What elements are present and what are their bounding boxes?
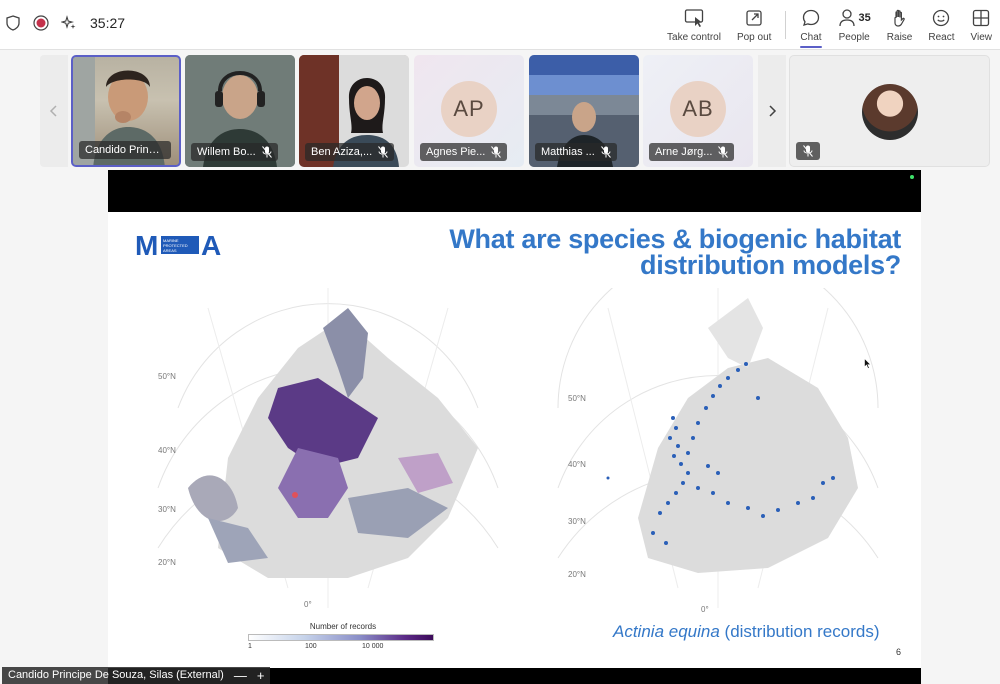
lat-label: 20°N: [158, 558, 176, 567]
chat-icon: [802, 9, 820, 26]
caption-text: (distribution records): [719, 622, 880, 641]
participant-name-tag: Candido Princi...: [79, 141, 171, 159]
legend-ticks: 1 100 10 000: [248, 641, 438, 651]
presenter-name-tag: Candido Principe De Souza, Silas (Extern…: [2, 667, 271, 684]
recording-icon: [32, 14, 50, 32]
react-label: React: [928, 31, 955, 43]
participant-tile[interactable]: AB Arne Jørg...: [643, 55, 753, 167]
avatar: AB: [670, 81, 726, 137]
slide-page-number: 6: [896, 647, 902, 657]
share-top-bar: [108, 170, 921, 212]
raise-label: Raise: [886, 31, 913, 43]
pop-out-label: Pop out: [736, 31, 772, 43]
lat-label: 50°N: [158, 372, 176, 381]
participant-tile[interactable]: Willem Bo...: [185, 55, 295, 167]
shield-icon: [4, 14, 22, 32]
people-count: 35: [858, 11, 871, 24]
people-icon: [838, 8, 855, 26]
mic-off-icon: [803, 145, 813, 157]
strip-next-button[interactable]: [758, 55, 786, 167]
minimize-share-button[interactable]: —: [234, 667, 247, 684]
raise-hand-button[interactable]: Raise: [879, 0, 921, 50]
lat-label: 30°N: [158, 505, 176, 514]
toolbar-divider: [785, 11, 787, 39]
expand-share-button[interactable]: +: [257, 667, 265, 684]
avatar: [862, 84, 918, 140]
mpa-logo: M MARINE PROTECTED AREAS A: [135, 230, 221, 258]
records-map: [157, 288, 499, 608]
distribution-map: [557, 288, 879, 608]
slide-title: What are species & biogenic habitat dist…: [401, 224, 901, 280]
participant-tile[interactable]: Matthias ...: [529, 55, 639, 167]
take-control-label: Take control: [667, 31, 721, 43]
legend-tick: 100: [305, 643, 317, 650]
toolbar-status: 35:27: [4, 14, 125, 32]
mic-off-icon: [261, 146, 272, 158]
mute-indicator: [796, 142, 820, 160]
call-timer: 35:27: [90, 15, 126, 31]
react-button[interactable]: React: [920, 0, 962, 50]
view-button[interactable]: View: [963, 0, 1000, 50]
slide-title-line1: What are species & biogenic habitat: [449, 224, 901, 254]
view-label: View: [970, 31, 993, 43]
records-legend: Number of records 1 100 10 000: [248, 622, 438, 651]
lon-label: 0°: [304, 600, 312, 609]
species-name: Actinia equina: [613, 622, 720, 641]
self-view-tile[interactable]: [789, 55, 990, 167]
meeting-toolbar: 35:27 Take control Pop out Chat 35 Peopl…: [0, 0, 1000, 50]
presenter-name: Candido Principe De Souza, Silas (Extern…: [8, 669, 224, 681]
pop-out-button[interactable]: Pop out: [729, 0, 779, 50]
take-control-icon: [684, 8, 704, 27]
lat-label: 40°N: [568, 460, 586, 469]
lon-label: 0°: [701, 605, 709, 614]
chevron-right-icon: [769, 105, 777, 117]
lat-label: 50°N: [568, 394, 586, 403]
mic-off-icon: [378, 146, 389, 158]
people-label: People: [838, 31, 870, 43]
mouse-cursor-icon: [864, 358, 872, 369]
participant-tile[interactable]: Candido Princi...: [71, 55, 181, 167]
avatar: AP: [441, 81, 497, 137]
sparkle-icon[interactable]: [60, 14, 78, 32]
chat-label: Chat: [800, 31, 822, 43]
smiley-icon: [933, 9, 950, 26]
lat-label: 40°N: [158, 446, 176, 455]
chevron-left-icon: [49, 105, 57, 117]
shared-screen: M MARINE PROTECTED AREAS A What are spec…: [108, 170, 921, 684]
mic-off-icon: [718, 146, 729, 158]
legend-title: Number of records: [309, 622, 377, 631]
participant-name-tag: Matthias ...: [535, 143, 617, 161]
chat-button[interactable]: Chat: [792, 0, 829, 50]
legend-tick: 1: [248, 643, 252, 650]
hand-icon: [893, 9, 905, 27]
svg-text:AREAS: AREAS: [163, 248, 177, 253]
mic-off-icon: [491, 146, 502, 158]
strip-prev-button[interactable]: [40, 55, 68, 167]
legend-gradient: [248, 634, 434, 641]
svg-text:M: M: [135, 230, 158, 258]
slide-title-line2: distribution models?: [640, 250, 901, 280]
legend-tick: 10 000: [362, 643, 384, 650]
lat-label: 20°N: [568, 570, 586, 579]
participant-name-tag: Agnes Pie...: [420, 143, 508, 161]
lat-label: 30°N: [568, 517, 586, 526]
map-caption: Actinia equina (distribution records): [613, 622, 879, 642]
pop-out-icon: [746, 9, 762, 26]
people-button[interactable]: 35 People: [830, 0, 879, 50]
participant-tile[interactable]: Ben Aziza,...: [299, 55, 409, 167]
participant-tile[interactable]: AP Agnes Pie...: [414, 55, 524, 167]
live-indicator: [910, 175, 914, 179]
participant-name-tag: Arne Jørg...: [649, 143, 735, 161]
svg-text:A: A: [201, 230, 221, 258]
grid-view-icon: [973, 9, 990, 26]
participant-name-tag: Ben Aziza,...: [305, 143, 395, 161]
participant-name-tag: Willem Bo...: [191, 143, 278, 161]
participant-strip: Candido Princi... Willem Bo... Ben Aziza…: [40, 55, 990, 167]
mic-off-icon: [600, 146, 611, 158]
take-control-button[interactable]: Take control: [659, 0, 729, 50]
